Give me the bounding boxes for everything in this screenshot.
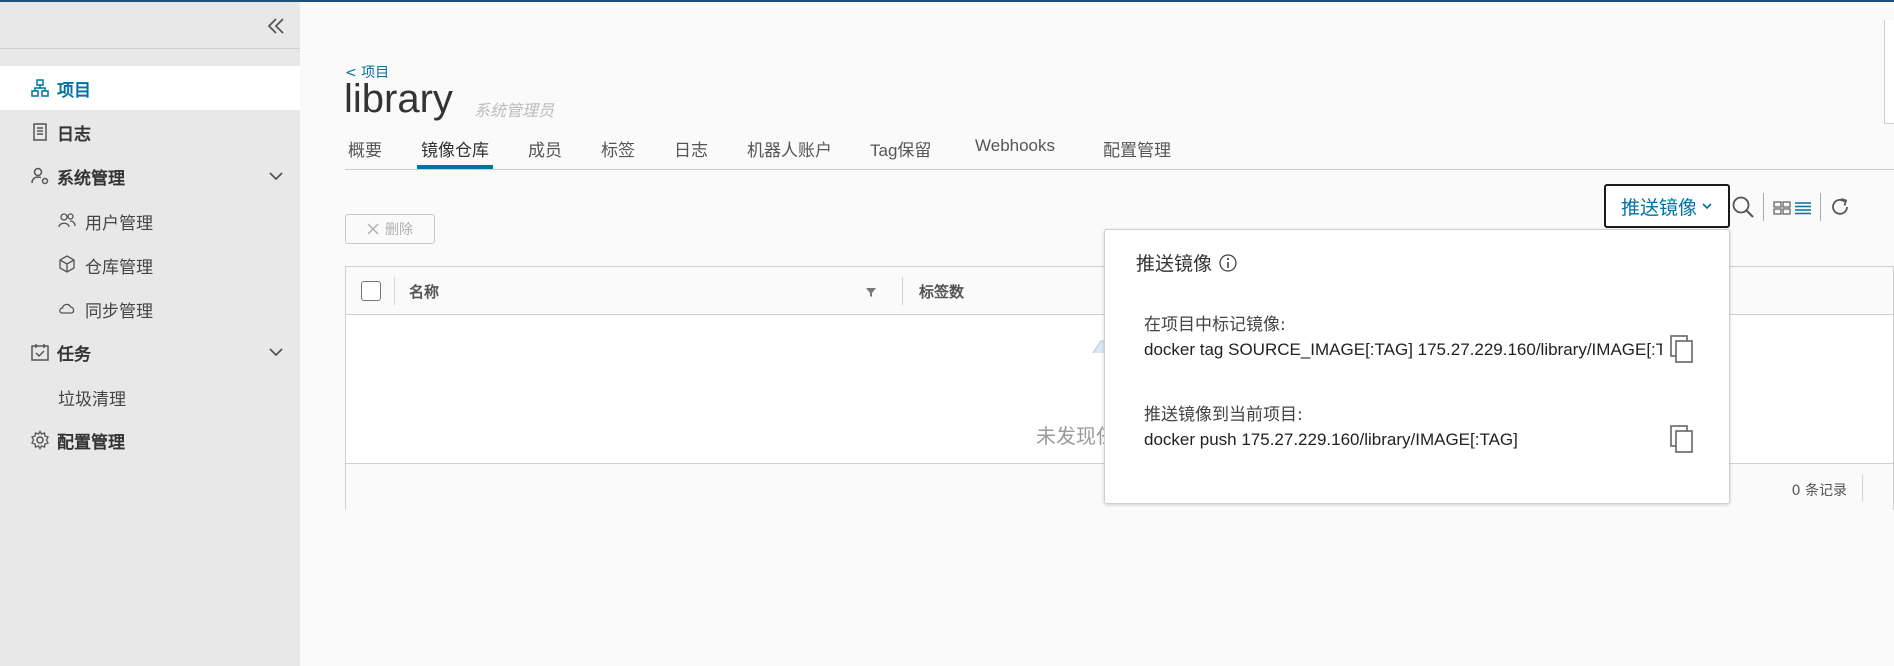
copy-icon[interactable] bbox=[1669, 424, 1695, 454]
sidebar-item-label: 系统管理 bbox=[57, 168, 125, 189]
push-image-button[interactable]: 推送镜像 bbox=[1604, 184, 1730, 228]
active-tab-indicator bbox=[417, 165, 493, 169]
sidebar-item-config[interactable]: 配置管理 bbox=[0, 418, 300, 462]
sidebar-item-admin[interactable]: 系统管理 bbox=[0, 154, 300, 198]
delete-label: 删除 bbox=[385, 222, 413, 238]
sidebar-item-label: 仓库管理 bbox=[85, 258, 153, 278]
sidebar-item-users[interactable]: 用户管理 bbox=[0, 198, 300, 242]
delete-button[interactable]: 删除 bbox=[345, 214, 435, 244]
tab-configuration[interactable]: 配置管理 bbox=[1103, 136, 1171, 161]
tab-bar: 概要 镜像仓库 成员 标签 日志 机器人账户 Tag保留 Webhooks 配置… bbox=[345, 128, 1894, 170]
users-icon bbox=[58, 213, 76, 228]
chevron-down-icon[interactable] bbox=[266, 342, 286, 362]
tab-summary[interactable]: 概要 bbox=[348, 136, 382, 161]
list-view-icon[interactable] bbox=[1793, 194, 1813, 220]
copy-icon[interactable] bbox=[1669, 334, 1695, 364]
sidebar-item-logs[interactable]: 日志 bbox=[0, 110, 300, 154]
double-chevron-left-icon[interactable] bbox=[264, 14, 288, 38]
sidebar-item-repos[interactable]: 仓库管理 bbox=[0, 242, 300, 286]
push-image-label: 推送镜像 bbox=[1620, 196, 1697, 219]
refresh-icon[interactable] bbox=[1827, 194, 1853, 220]
sidebar-item-projects[interactable]: 项目 bbox=[0, 66, 300, 110]
tab-robot-accounts[interactable]: 机器人账户 bbox=[747, 136, 832, 161]
column-header-name[interactable]: 名称 bbox=[409, 281, 439, 302]
select-all-checkbox[interactable] bbox=[361, 281, 381, 301]
card-view-icon[interactable] bbox=[1772, 194, 1792, 220]
tab-tag-retention[interactable]: Tag保留 bbox=[870, 136, 931, 161]
admin-icon bbox=[31, 167, 49, 185]
side-panel-edge bbox=[1884, 20, 1894, 124]
tasks-icon bbox=[31, 344, 49, 361]
sidebar-item-label: 配置管理 bbox=[57, 432, 125, 453]
push-command-label: 推送镜像到当前项目: bbox=[1144, 405, 1303, 425]
footer-separator bbox=[1862, 474, 1863, 502]
sidebar-item-sync[interactable]: 同步管理 bbox=[0, 286, 300, 330]
column-separator bbox=[394, 277, 395, 305]
sidebar-item-label: 用户管理 bbox=[85, 214, 153, 234]
push-command-text: docker push 175.27.229.160/library/IMAGE… bbox=[1144, 430, 1518, 449]
page-title: library bbox=[344, 77, 453, 121]
sidebar-divider bbox=[0, 48, 300, 49]
sidebar-item-label: 同步管理 bbox=[85, 302, 153, 322]
column-header-tag-count[interactable]: 标签数 bbox=[919, 281, 964, 302]
sidebar-item-label: 项目 bbox=[57, 80, 91, 101]
sidebar-item-tasks[interactable]: 任务 bbox=[0, 330, 300, 374]
tab-repositories[interactable]: 镜像仓库 bbox=[421, 136, 489, 161]
popover-title-text: 推送镜像 bbox=[1136, 253, 1213, 275]
toolbar-separator bbox=[1820, 193, 1821, 221]
record-count: 0 条记录 bbox=[1791, 483, 1847, 499]
info-icon[interactable] bbox=[1218, 253, 1238, 273]
sidebar-item-label: 日志 bbox=[57, 124, 91, 145]
tab-logs[interactable]: 日志 bbox=[674, 136, 708, 161]
sidebar-item-label: 任务 bbox=[57, 344, 91, 365]
popover-title: 推送镜像 bbox=[1136, 249, 1238, 276]
tag-command-label: 在项目中标记镜像: bbox=[1144, 315, 1286, 335]
chevron-down-icon bbox=[1702, 203, 1712, 210]
projects-icon bbox=[31, 79, 49, 97]
box-icon bbox=[59, 255, 75, 273]
sidebar-item-label: 垃圾清理 bbox=[58, 390, 126, 410]
sidebar: 项目 日志 系统管理 用户管理 仓库管理 同步管理 任务 垃圾清理 配置管理 bbox=[0, 2, 300, 666]
search-icon[interactable] bbox=[1730, 194, 1756, 220]
tab-webhooks[interactable]: Webhooks bbox=[975, 136, 1055, 156]
tab-members[interactable]: 成员 bbox=[528, 136, 562, 161]
push-image-popover: 推送镜像 在项目中标记镜像: docker tag SOURCE_IMAGE[:… bbox=[1104, 229, 1730, 504]
toolbar-separator bbox=[1763, 193, 1764, 221]
filter-icon[interactable] bbox=[865, 286, 877, 298]
chevron-down-icon[interactable] bbox=[266, 166, 286, 186]
cloud-sync-icon bbox=[59, 303, 75, 314]
page-role: 系统管理员 bbox=[474, 101, 555, 120]
sidebar-item-gc[interactable]: 垃圾清理 bbox=[0, 374, 300, 418]
tab-labels[interactable]: 标签 bbox=[601, 136, 635, 161]
tag-command-text: docker tag SOURCE_IMAGE[:TAG] 175.27.229… bbox=[1144, 340, 1662, 359]
column-separator bbox=[902, 277, 903, 305]
logs-icon bbox=[33, 123, 47, 141]
close-icon bbox=[367, 223, 379, 235]
gear-icon bbox=[31, 430, 49, 450]
